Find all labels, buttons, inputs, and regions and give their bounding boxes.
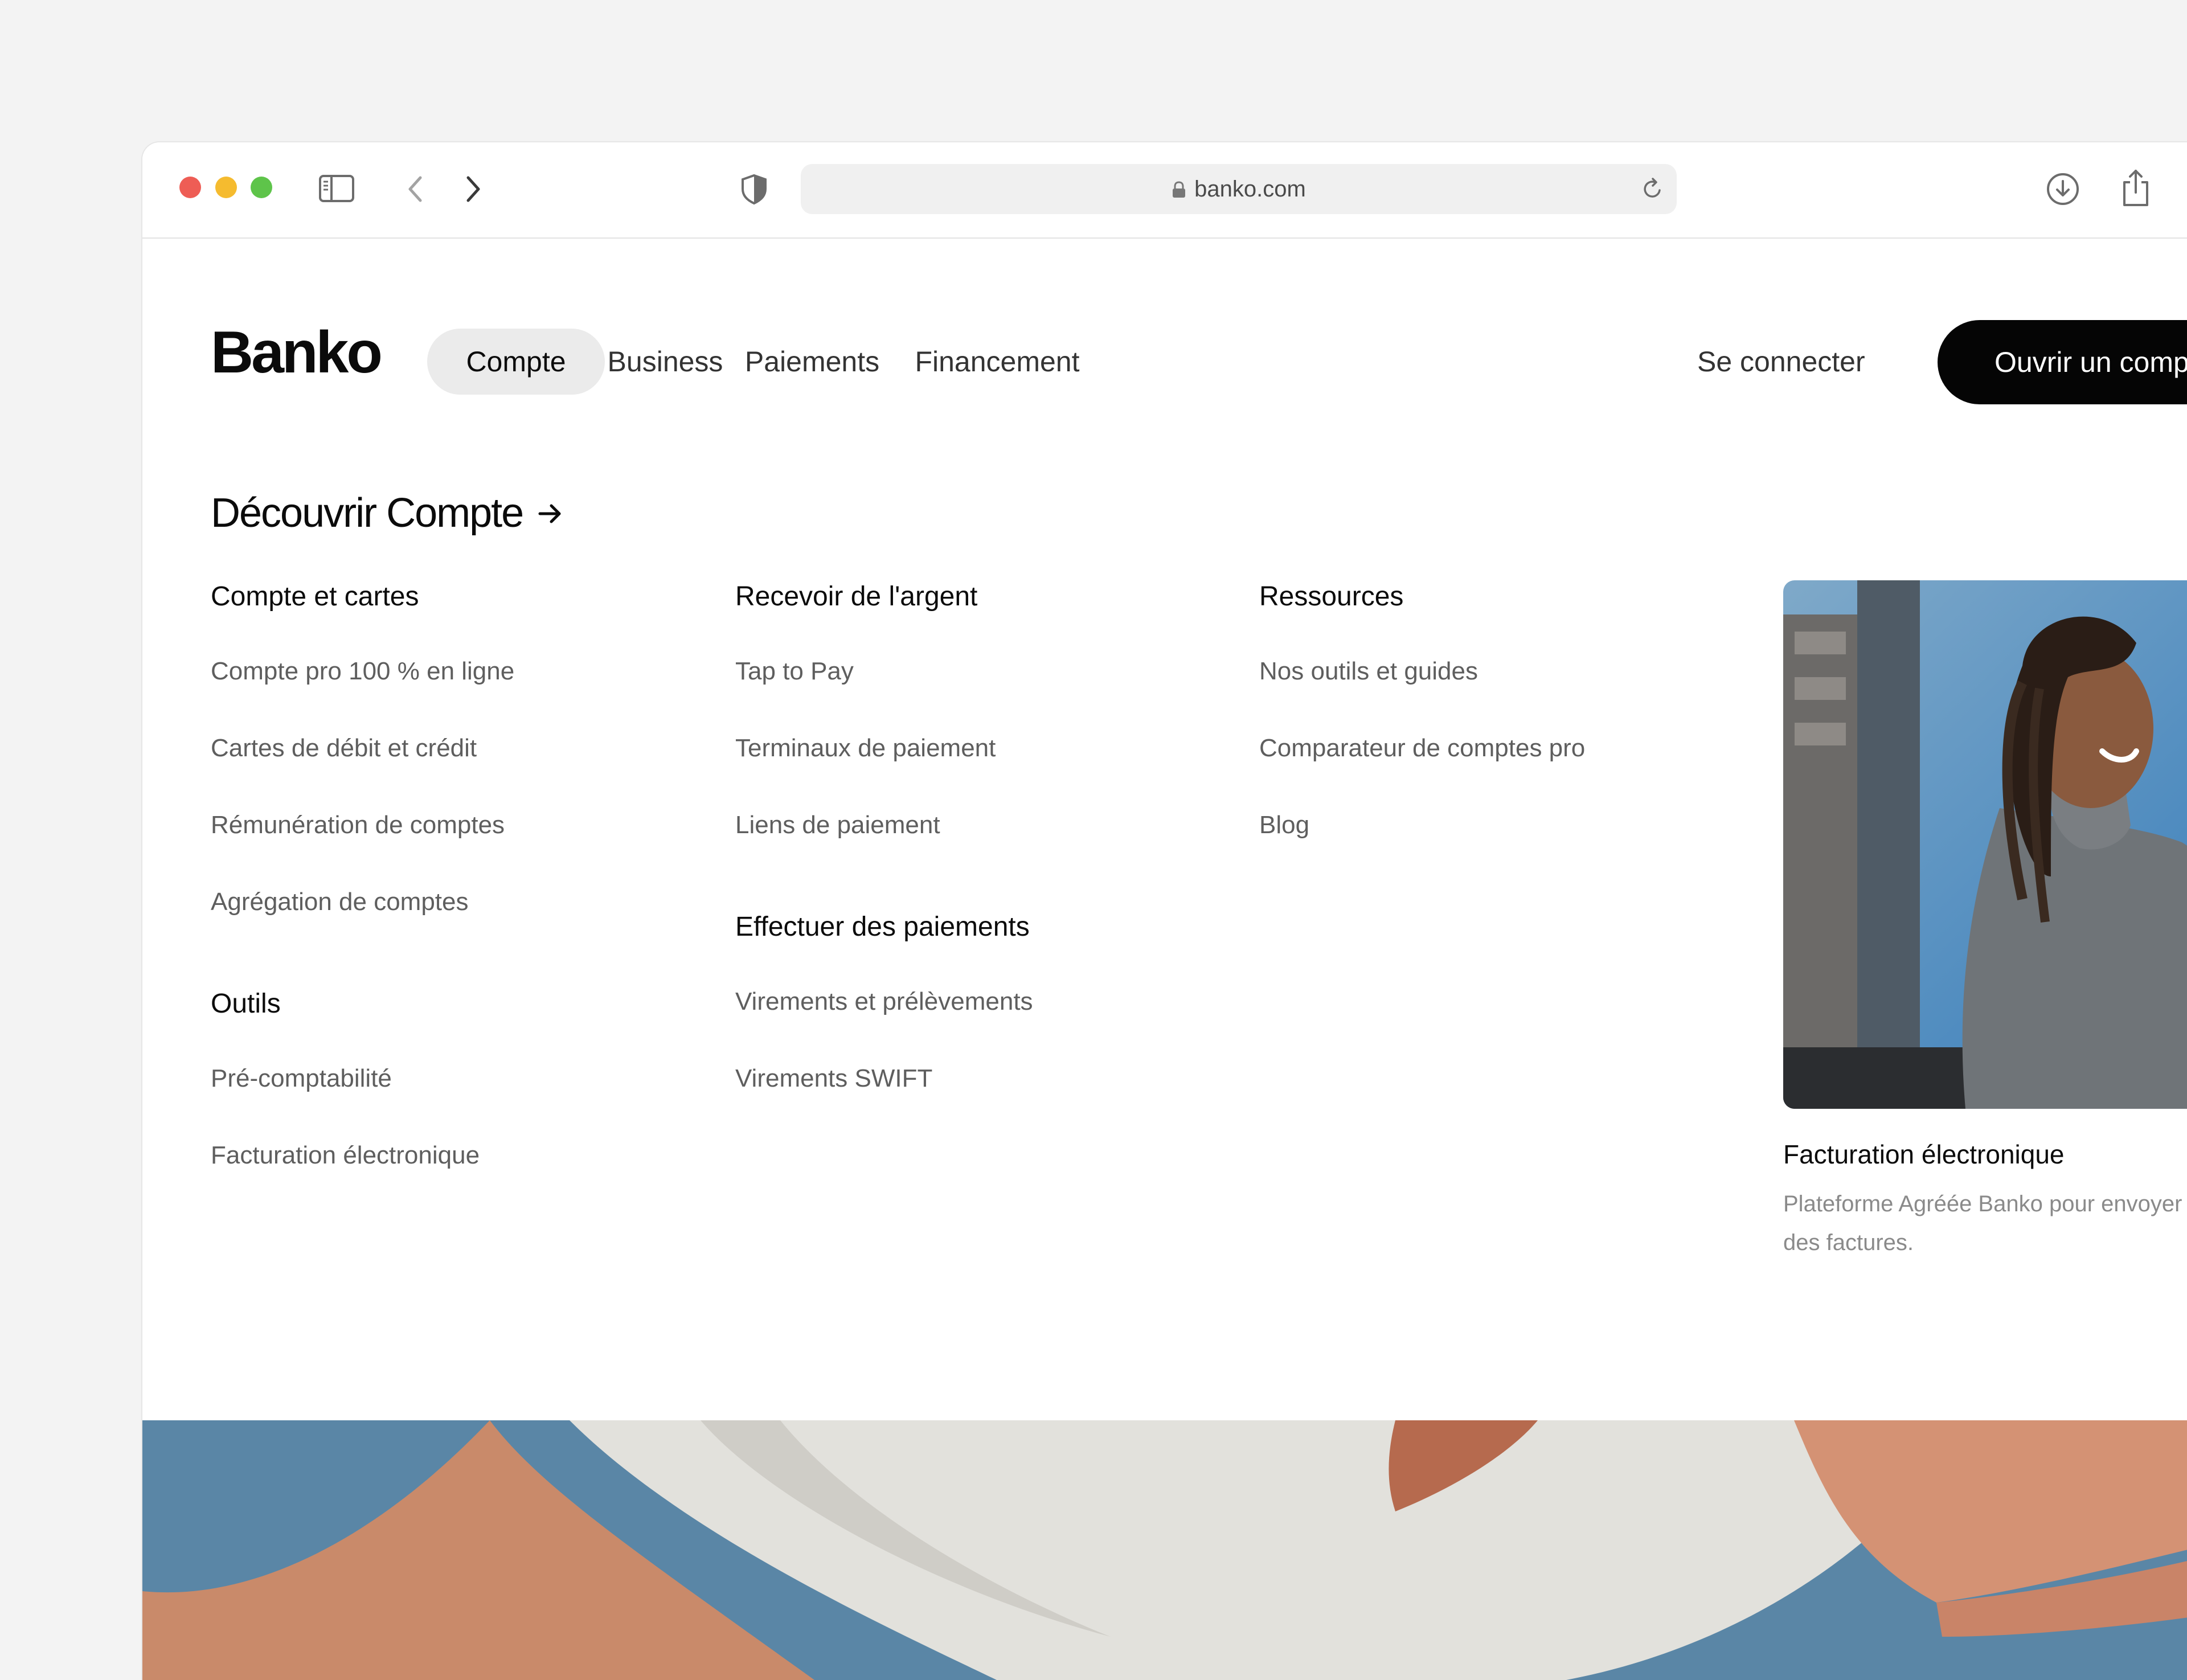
login-link[interactable]: Se connecter <box>1697 329 1865 395</box>
column-heading: Compte et cartes <box>211 581 419 612</box>
menu-link[interactable]: Blog <box>1259 811 1309 839</box>
feature-title[interactable]: Facturation électronique <box>1783 1139 2065 1170</box>
menu-link[interactable]: Agrégation de comptes <box>211 888 469 916</box>
zoom-window-button[interactable] <box>251 177 272 198</box>
address-url: banko.com <box>801 177 1677 202</box>
menu-link[interactable]: Cartes de débit et crédit <box>211 734 477 763</box>
nav-tab-financement[interactable]: Financement <box>899 329 1096 395</box>
discover-link[interactable]: Découvrir Compte <box>211 490 565 536</box>
close-window-button[interactable] <box>179 177 201 198</box>
column-heading: Outils <box>211 989 281 1019</box>
menu-link[interactable]: Nos outils et guides <box>1259 657 1478 686</box>
menu-link[interactable]: Liens de paiement <box>735 811 940 839</box>
site-logo[interactable]: Banko <box>211 319 383 387</box>
nav-tab-compte[interactable]: Compte <box>427 329 605 395</box>
discover-label: Découvrir Compte <box>211 490 524 536</box>
menu-link[interactable]: Virements SWIFT <box>735 1064 932 1093</box>
menu-link[interactable]: Terminaux de paiement <box>735 734 996 763</box>
minimize-window-button[interactable] <box>215 177 237 198</box>
menu-link[interactable]: Compte pro 100 % en ligne <box>211 657 514 686</box>
menu-link[interactable]: Pré-comptabilité <box>211 1064 392 1093</box>
column-heading: Effectuer des paiements <box>735 912 1030 942</box>
sidebar-toggle-icon[interactable] <box>319 175 354 202</box>
download-icon[interactable] <box>2045 171 2081 207</box>
privacy-shield-icon[interactable] <box>737 172 771 206</box>
hero-image <box>142 1420 2187 1680</box>
menu-link[interactable]: Virements et prélèvements <box>735 987 1033 1016</box>
column-heading: Ressources <box>1259 581 1404 612</box>
reload-icon[interactable] <box>1640 177 1665 202</box>
back-arrow-icon[interactable] <box>399 172 433 206</box>
menu-link[interactable]: Facturation électronique <box>211 1141 480 1170</box>
browser-toolbar: banko.com <box>142 142 2187 239</box>
arrow-right-icon <box>538 504 561 523</box>
feature-card-image[interactable] <box>1783 580 2187 1109</box>
address-bar[interactable]: banko.com <box>801 164 1677 214</box>
nav-tab-paiements[interactable]: Paiements <box>726 329 899 395</box>
nav-tab-business[interactable]: Business <box>605 329 726 395</box>
menu-link[interactable]: Comparateur de comptes pro <box>1259 734 1585 763</box>
open-account-button[interactable]: Ouvrir un compte <box>1938 320 2187 404</box>
feature-description: Plateforme Agréée Banko pour envoyer et … <box>1783 1191 2187 1255</box>
lock-icon <box>1173 181 1186 198</box>
browser-window: banko.com Banko Compte Business Paiement… <box>142 142 2187 1680</box>
column-heading: Recevoir de l'argent <box>735 581 978 612</box>
url-text: banko.com <box>1194 177 1306 202</box>
hero-photo <box>142 1420 2187 1680</box>
forward-arrow-icon[interactable] <box>456 172 490 206</box>
menu-link[interactable]: Tap to Pay <box>735 657 854 686</box>
menu-link[interactable]: Rémunération de comptes <box>211 811 505 839</box>
feature-photo <box>1783 580 2187 1109</box>
share-icon[interactable] <box>2119 167 2153 208</box>
